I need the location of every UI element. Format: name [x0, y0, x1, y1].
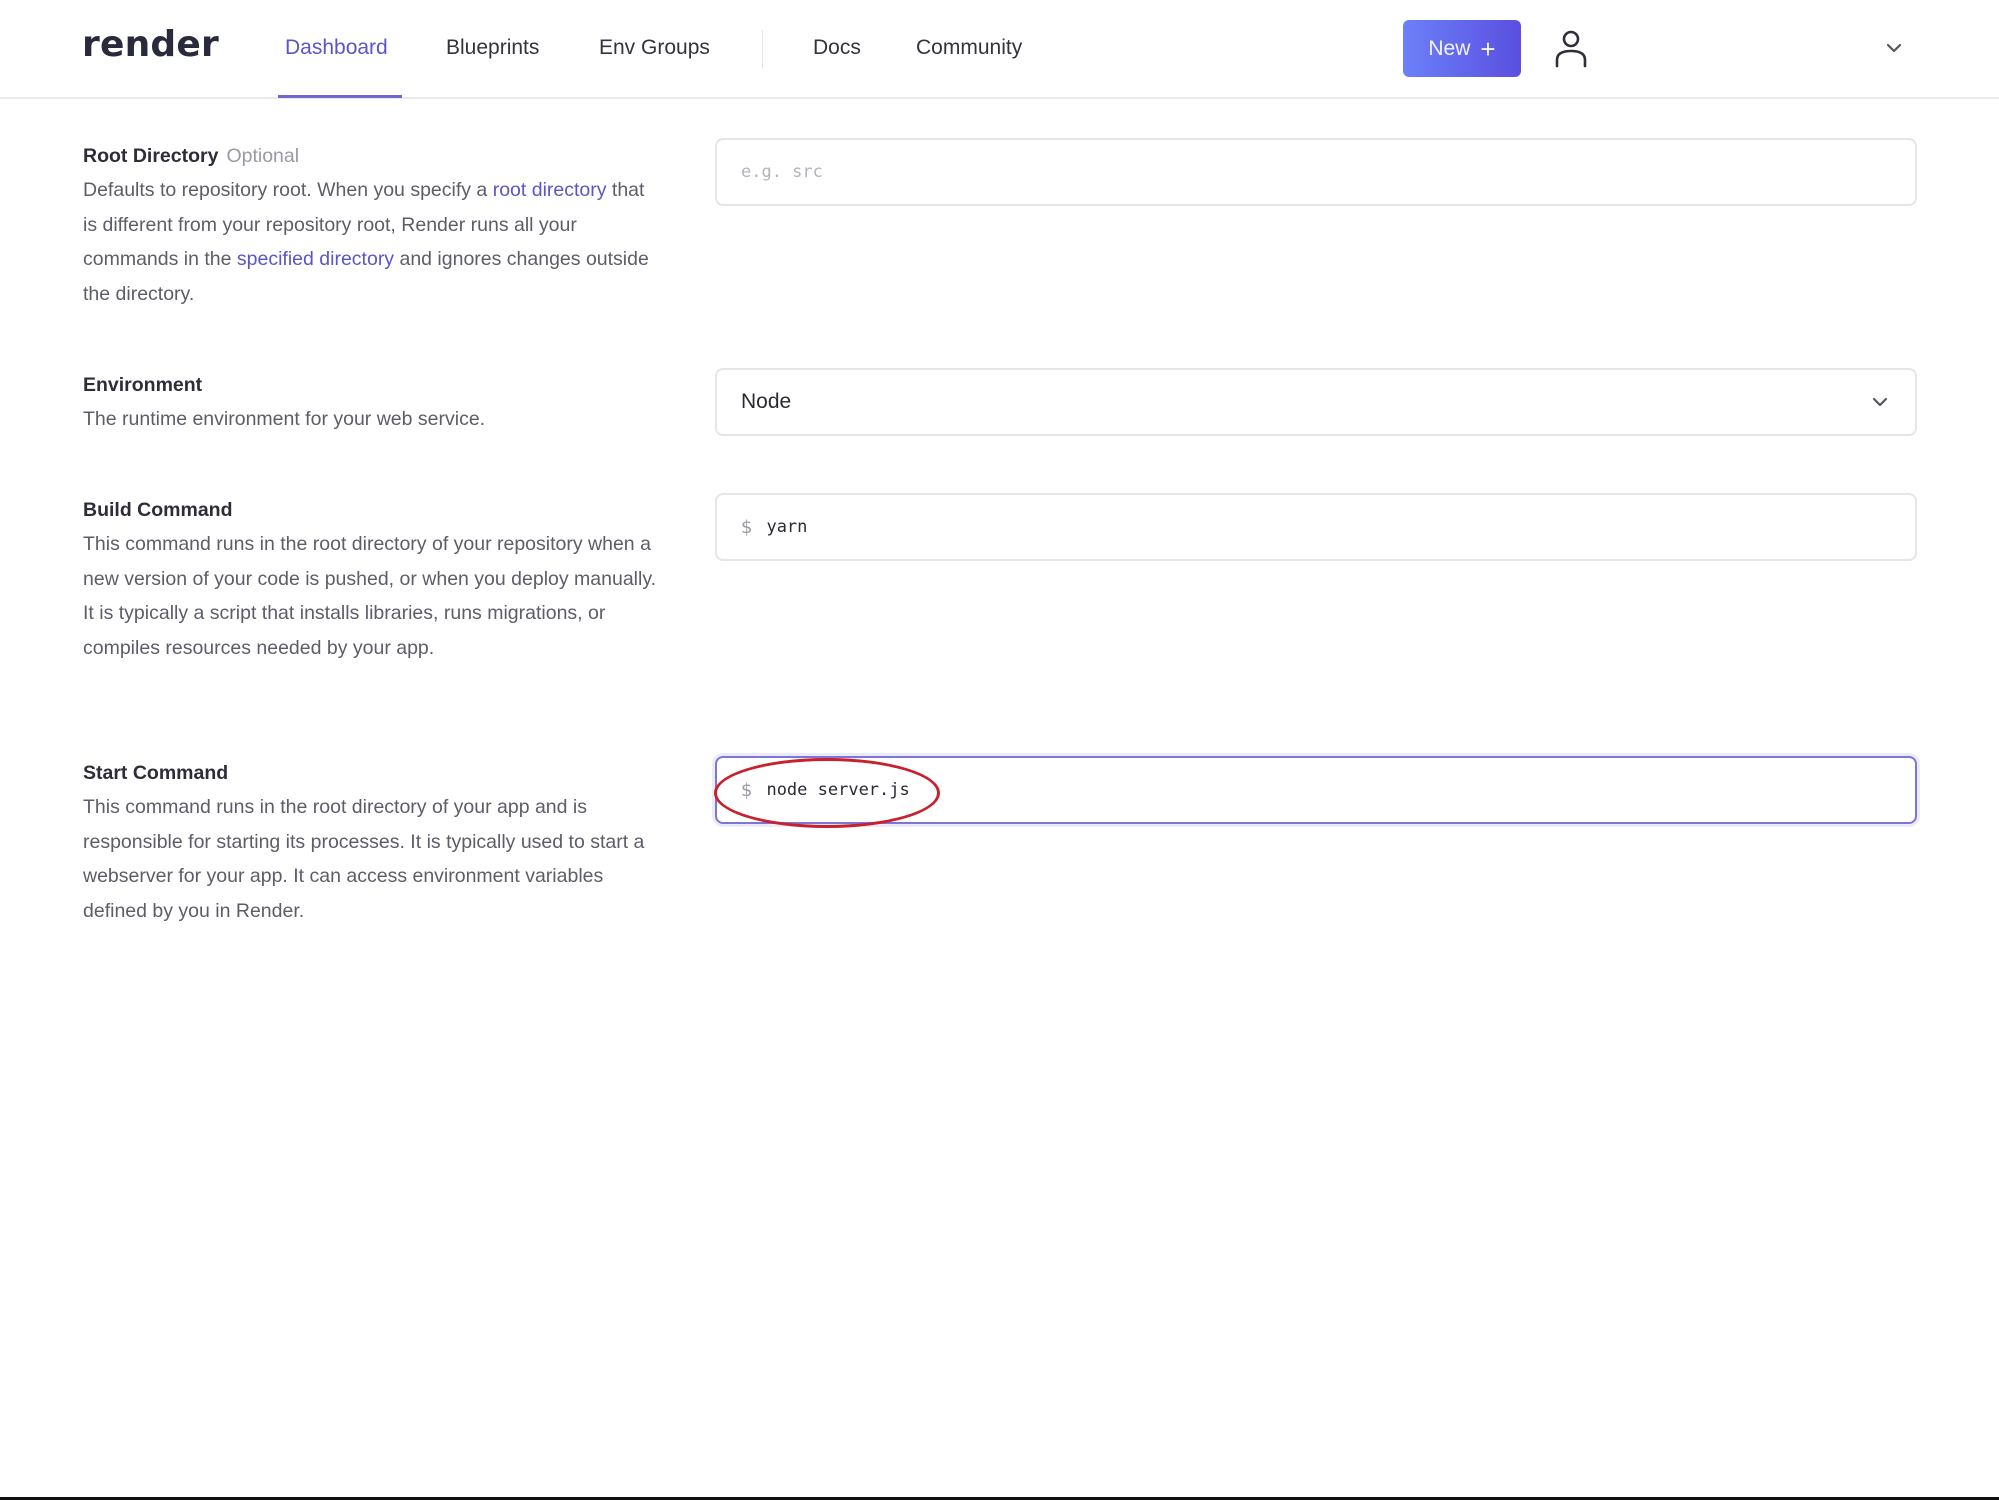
start-command-input[interactable]: $ node server.js [715, 756, 1917, 824]
chevron-down-icon[interactable] [1884, 38, 1904, 58]
optional-tag: Optional [226, 145, 300, 167]
nav-docs[interactable]: Docs [813, 36, 861, 60]
environment-label-group: Environment The runtime environment for … [83, 372, 663, 437]
plus-icon: + [1480, 33, 1496, 64]
start-command-label-group: Start Command This command runs in the r… [83, 760, 663, 928]
user-icon[interactable] [1552, 28, 1590, 68]
chevron-down-icon [1871, 393, 1889, 411]
start-command-title: Start Command [83, 762, 229, 784]
environment-description: The runtime environment for your web ser… [83, 408, 486, 430]
nav-env-groups[interactable]: Env Groups [599, 36, 710, 60]
nav-divider [762, 30, 763, 68]
root-directory-input[interactable]: e.g. src [715, 138, 1917, 206]
root-directory-placeholder: e.g. src [741, 162, 823, 182]
dollar-prompt-icon: $ [741, 516, 753, 538]
build-command-description: This command runs in the root directory … [83, 533, 657, 659]
nav-dashboard[interactable]: Dashboard [285, 36, 388, 60]
build-command-title: Build Command [83, 499, 233, 521]
build-command-label-group: Build Command This command runs in the r… [83, 497, 663, 665]
root-directory-link[interactable]: root directory [493, 179, 607, 201]
desc-text: Defaults to repository root. When you sp… [83, 179, 493, 201]
start-command-description: This command runs in the root directory … [83, 796, 645, 922]
environment-title: Environment [83, 374, 203, 396]
environment-selected-value: Node [741, 390, 792, 413]
environment-select[interactable]: Node [715, 368, 1917, 436]
root-directory-title: Root Directory Optional [83, 143, 663, 169]
specified-directory-link[interactable]: specified directory [237, 248, 394, 270]
build-command-input[interactable]: $ yarn [715, 493, 1917, 561]
root-directory-label-group: Root Directory Optional Defaults to repos… [83, 143, 663, 311]
top-nav-bar: render Dashboard Blueprints Env Groups D… [0, 0, 1999, 99]
dollar-prompt-icon: $ [741, 779, 753, 801]
root-directory-description: Defaults to repository root. When you sp… [83, 173, 663, 311]
new-button[interactable]: New + [1403, 20, 1521, 77]
root-directory-title-text: Root Directory [83, 145, 219, 167]
start-command-value: node server.js [766, 780, 910, 800]
nav-blueprints[interactable]: Blueprints [446, 36, 539, 60]
account-name[interactable] [1670, 30, 1850, 66]
build-command-value: yarn [766, 517, 808, 537]
render-logo[interactable]: render [82, 24, 219, 65]
active-tab-indicator [278, 95, 402, 98]
nav-community[interactable]: Community [916, 36, 1022, 60]
new-button-label: New [1428, 36, 1471, 60]
